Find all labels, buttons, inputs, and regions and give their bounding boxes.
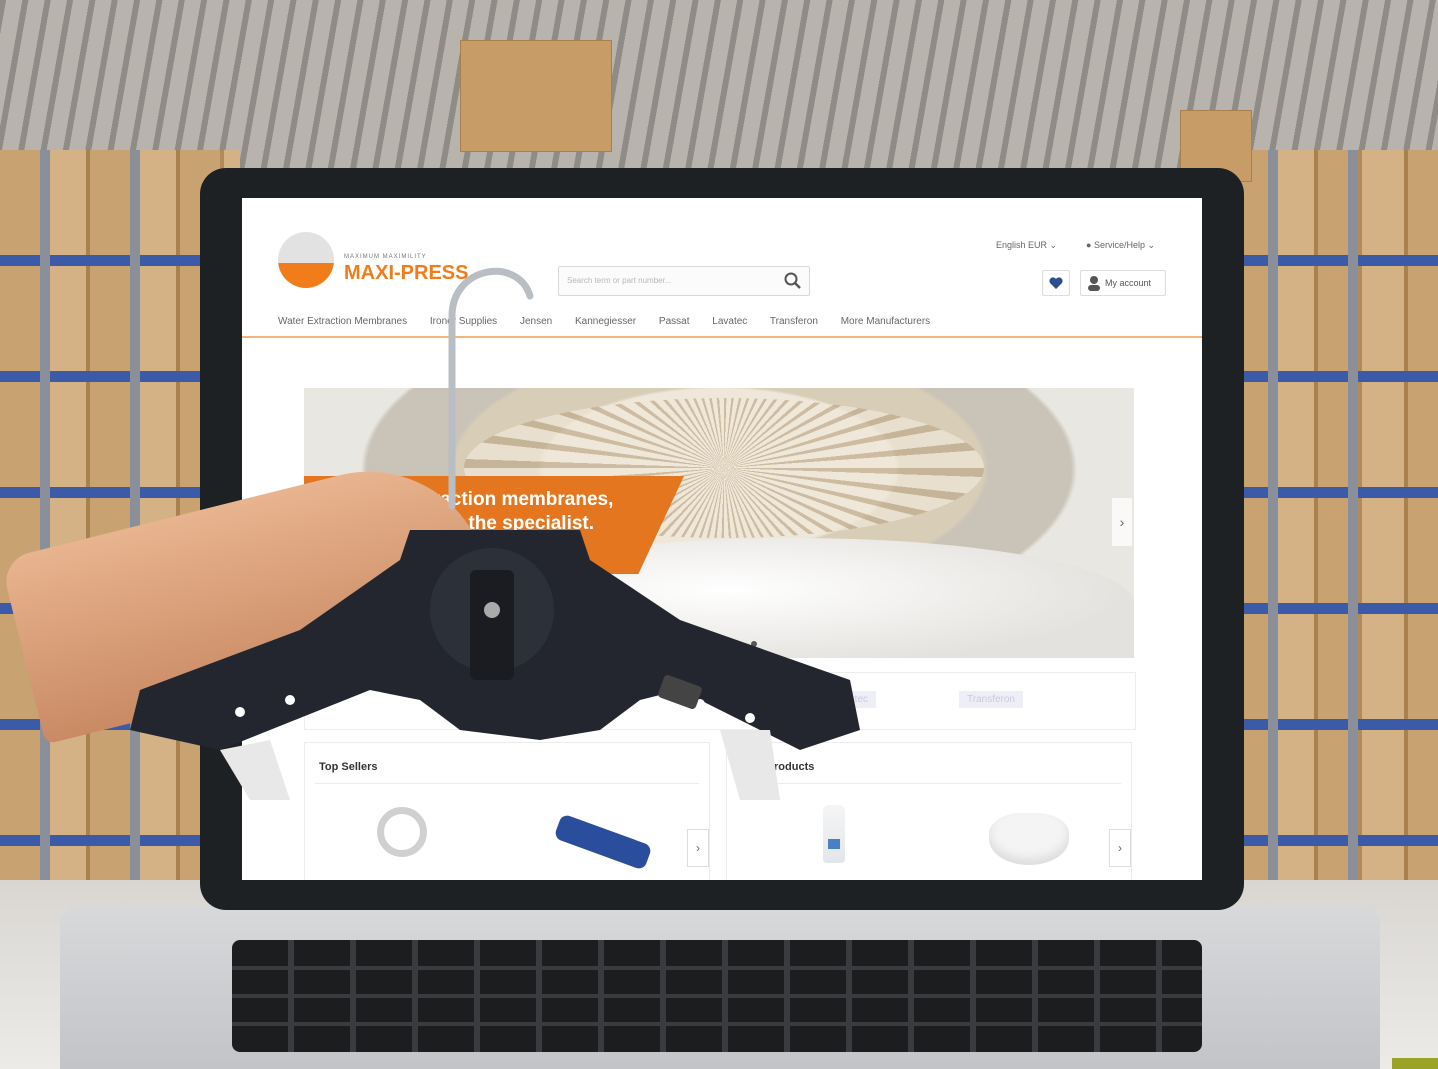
warehouse-photo: MAXIMUM MAXIMILITY MAXI-PRESS Search ter… xyxy=(0,0,1438,1069)
search-icon[interactable] xyxy=(783,271,803,291)
corner-tag xyxy=(1392,1058,1438,1069)
logo-tagline: MAXIMUM MAXIMILITY xyxy=(344,254,427,260)
rack-post xyxy=(1268,150,1278,910)
account-label: My account xyxy=(1105,278,1152,288)
chevron-right-icon: › xyxy=(1118,841,1122,855)
cardboard-box-stack xyxy=(460,40,612,152)
chevron-down-icon: ⌄ xyxy=(1147,240,1156,250)
search-placeholder: Search term or part number... xyxy=(567,276,672,285)
info-icon: ● xyxy=(1086,240,1092,250)
hanger-hook xyxy=(448,267,534,510)
key-row-gap xyxy=(232,1022,1202,1026)
product-tool-image[interactable] xyxy=(553,813,653,871)
rack-post xyxy=(1348,150,1358,910)
brand-chip[interactable]: Transferon xyxy=(959,691,1023,708)
nav-item-passat[interactable]: Passat xyxy=(659,316,690,327)
wishlist-button[interactable] xyxy=(1042,270,1070,296)
account-button[interactable]: My account xyxy=(1080,270,1166,296)
nav-item-transferon[interactable]: Transferon xyxy=(770,316,818,327)
service-help-label: Service/Help xyxy=(1093,240,1145,250)
chevron-right-icon: › xyxy=(696,841,700,855)
hanger-icon xyxy=(130,530,860,800)
nav-item-more-manufacturers[interactable]: More Manufacturers xyxy=(841,316,930,327)
panel-next-button[interactable]: › xyxy=(687,829,709,867)
rack-post xyxy=(40,150,50,910)
panel-next-button[interactable]: › xyxy=(1109,829,1131,867)
language-currency-label: English EUR xyxy=(996,240,1048,250)
heart-icon xyxy=(1049,277,1063,289)
product-bottle-image[interactable] xyxy=(823,805,845,863)
language-currency-dropdown[interactable]: English EUR ⌄ xyxy=(996,240,1057,251)
nav-item-kannegiesser[interactable]: Kannegiesser xyxy=(575,316,636,327)
nav-item-water-extraction-membranes[interactable]: Water Extraction Membranes xyxy=(278,316,407,327)
key-row-gap xyxy=(232,994,1202,998)
product-ring-image[interactable] xyxy=(377,807,427,857)
key-row-gap xyxy=(232,966,1202,970)
main-nav: Water Extraction Membranes Ironer Suppli… xyxy=(278,316,950,327)
nav-item-lavatec[interactable]: Lavatec xyxy=(712,316,747,327)
user-icon xyxy=(1088,276,1100,291)
chevron-right-icon: › xyxy=(1119,514,1125,530)
right-shelving xyxy=(1228,150,1438,910)
laptop-keyboard xyxy=(232,940,1202,1052)
banner-next-button[interactable]: › xyxy=(1112,498,1132,546)
product-mask-image[interactable] xyxy=(989,813,1069,865)
logo-icon[interactable] xyxy=(278,232,334,288)
chevron-down-icon: ⌄ xyxy=(1049,240,1058,250)
nav-divider xyxy=(242,336,1202,338)
service-help-dropdown[interactable]: ● Service/Help ⌄ xyxy=(1086,240,1155,251)
search-input[interactable]: Search term or part number... xyxy=(558,266,810,296)
